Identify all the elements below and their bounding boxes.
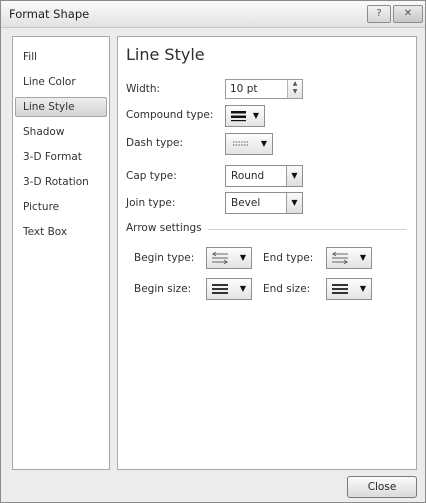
compound-type-label: Compound type:	[126, 109, 214, 121]
sidebar-item-text-box[interactable]: Text Box	[15, 222, 107, 242]
begin-type-dropdown[interactable]: ▼	[206, 247, 252, 269]
arrow-settings-divider	[208, 229, 407, 230]
line-style-panel: Line Style Width: 10 pt ▲ ▼ Compound typ…	[117, 36, 417, 470]
cap-type-value: Round	[231, 170, 265, 182]
chevron-down-icon: ▼	[260, 139, 268, 148]
window-close-button[interactable]: ✕	[393, 5, 423, 23]
sidebar-item-line-style[interactable]: Line Style	[15, 97, 107, 117]
sidebar-item-3d-rotation[interactable]: 3-D Rotation	[15, 172, 107, 192]
arrow-size-icon	[212, 284, 228, 294]
chevron-down-icon: ▼	[286, 166, 302, 186]
dash-type-dropdown[interactable]: ▼	[225, 133, 273, 155]
sidebar-item-line-color[interactable]: Line Color	[15, 72, 107, 92]
join-type-value: Bevel	[231, 197, 261, 209]
width-value: 10 pt	[230, 83, 258, 95]
chevron-down-icon: ▼	[359, 284, 367, 293]
title-bar: Format Shape ? ✕	[1, 1, 425, 28]
join-type-dropdown[interactable]: Bevel ▼	[225, 192, 303, 214]
compound-type-dropdown[interactable]: ▼	[225, 105, 265, 127]
dash-pattern-icon	[233, 141, 249, 146]
width-label: Width:	[126, 83, 161, 95]
compound-lines-icon	[231, 111, 246, 122]
end-type-label: End type:	[263, 252, 314, 264]
sidebar-item-label: Line Style	[23, 101, 75, 113]
sidebar-item-picture[interactable]: Picture	[15, 197, 107, 217]
begin-type-label: Begin type:	[134, 252, 195, 264]
spin-up-icon[interactable]: ▲	[288, 80, 302, 88]
width-spinner[interactable]: 10 pt ▲ ▼	[225, 79, 303, 99]
arrow-settings-label: Arrow settings	[126, 222, 202, 234]
sidebar-item-shadow[interactable]: Shadow	[15, 122, 107, 142]
join-type-label: Join type:	[126, 197, 176, 209]
arrow-type-icon	[332, 251, 348, 265]
chevron-down-icon: ▼	[239, 284, 247, 293]
cap-type-dropdown[interactable]: Round ▼	[225, 165, 303, 187]
sidebar-item-label: Picture	[23, 201, 60, 213]
close-icon: ✕	[403, 8, 413, 19]
arrow-type-icon	[212, 251, 228, 265]
end-type-dropdown[interactable]: ▼	[326, 247, 372, 269]
dialog-title: Format Shape	[9, 7, 90, 21]
close-button[interactable]: Close	[347, 476, 417, 498]
sidebar-item-label: 3-D Format	[23, 151, 82, 163]
panel-heading: Line Style	[126, 45, 205, 64]
sidebar-item-label: Line Color	[23, 76, 76, 88]
end-size-label: End size:	[263, 283, 311, 295]
sidebar-item-label: 3-D Rotation	[23, 176, 89, 188]
sidebar-item-label: Text Box	[23, 226, 68, 238]
cap-type-label: Cap type:	[126, 170, 177, 182]
category-list: Fill Line Color Line Style Shadow 3-D Fo…	[12, 36, 110, 470]
sidebar-item-3d-format[interactable]: 3-D Format	[15, 147, 107, 167]
width-spin-buttons[interactable]: ▲ ▼	[287, 80, 302, 98]
arrow-size-icon	[332, 284, 348, 294]
chevron-down-icon: ▼	[252, 111, 260, 120]
end-size-dropdown[interactable]: ▼	[326, 278, 372, 300]
help-icon: ?	[376, 8, 382, 19]
help-button[interactable]: ?	[367, 5, 391, 23]
chevron-down-icon: ▼	[286, 193, 302, 213]
sidebar-item-label: Fill	[23, 51, 38, 63]
spin-down-icon[interactable]: ▼	[288, 88, 302, 96]
sidebar-item-fill[interactable]: Fill	[15, 47, 107, 67]
format-shape-dialog: Format Shape ? ✕ Fill Line Color Line St…	[0, 0, 426, 503]
chevron-down-icon: ▼	[359, 253, 367, 262]
begin-size-label: Begin size:	[134, 283, 192, 295]
begin-size-dropdown[interactable]: ▼	[206, 278, 252, 300]
chevron-down-icon: ▼	[239, 253, 247, 262]
sidebar-item-label: Shadow	[23, 126, 65, 138]
dash-type-label: Dash type:	[126, 137, 183, 149]
